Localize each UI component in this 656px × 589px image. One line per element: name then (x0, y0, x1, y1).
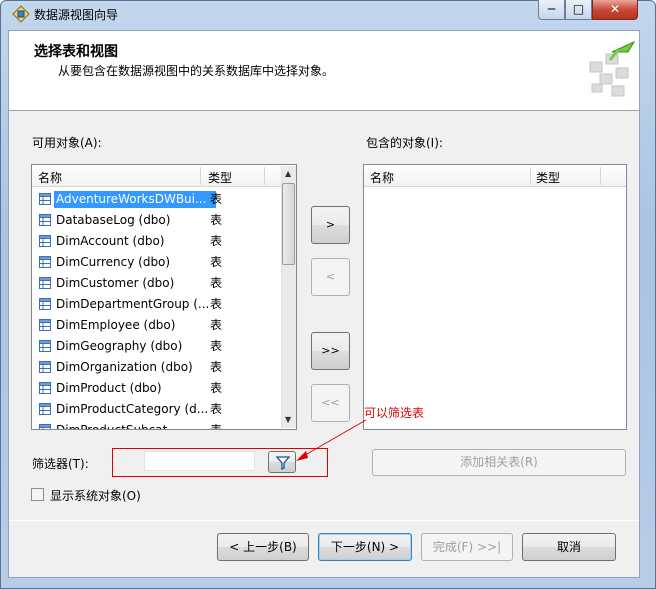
add-one-button[interactable]: > (311, 206, 350, 244)
available-column-header: 名称 类型 (32, 165, 281, 187)
filter-input[interactable] (144, 451, 255, 471)
row-type: 表 (210, 422, 222, 429)
row-type: 表 (210, 360, 223, 374)
table-row[interactable]: DimCurrency (dbo) 表 (34, 252, 282, 273)
app-icon (12, 5, 30, 23)
row-name: DimProductSubcat... (54, 422, 216, 429)
row-name: DimGeography (dbo) (56, 339, 183, 353)
filter-funnel-icon (276, 456, 290, 470)
included-listbox[interactable]: 名称 类型 (363, 164, 627, 430)
table-row[interactable]: DimGeography (dbo) 表 (34, 336, 282, 357)
row-type: 表 (210, 339, 223, 353)
included-label: 包含的对象(I): (366, 136, 443, 150)
column-name-header[interactable]: 名称 (38, 169, 62, 186)
table-icon (39, 340, 51, 352)
table-icon (39, 214, 51, 226)
close-icon: ✕ (609, 2, 621, 16)
table-row[interactable]: DimCustomer (dbo) 表 (34, 273, 282, 294)
filter-button[interactable] (268, 451, 296, 473)
row-name: DimCustomer (dbo) (56, 276, 175, 290)
wizard-art-icon (589, 40, 636, 97)
minimize-button[interactable]: ─ (538, 0, 565, 20)
table-row[interactable]: DimProductCategory (d... 表 (34, 399, 282, 420)
available-label: 可用对象(A): (32, 136, 102, 150)
back-button[interactable]: < 上一步(B) (217, 533, 309, 561)
next-button[interactable]: 下一步(N) > (318, 533, 412, 561)
table-icon (39, 361, 51, 373)
maximize-icon: □ (572, 2, 585, 16)
table-icon (39, 319, 51, 331)
table-row[interactable]: DimProduct (dbo) 表 (34, 378, 282, 399)
minimize-icon: ─ (547, 2, 556, 16)
row-name: DimOrganization (dbo) (56, 360, 193, 374)
scroll-thumb[interactable] (282, 183, 295, 265)
table-icon (39, 298, 51, 310)
footer-separator (9, 520, 639, 521)
row-type: 表 (210, 276, 223, 290)
available-rows: AdventureWorksDWBui... 表 DatabaseLog (dbo)… (32, 189, 282, 429)
table-row[interactable]: DatabaseLog (dbo) 表 (34, 210, 282, 231)
row-name: DimProduct (dbo) (56, 381, 162, 395)
row-type: 表 (210, 318, 223, 332)
show-system-objects-label: 显示系统对象(O) (50, 489, 141, 503)
table-row[interactable]: AdventureWorksDWBui... 表 (34, 189, 282, 210)
remove-one-button[interactable]: < (311, 258, 350, 296)
window-title: 数据源视图向导 (34, 8, 119, 22)
add-related-tables-button[interactable]: 添加相关表(R) (372, 449, 626, 476)
scroll-up-icon[interactable]: ▲ (285, 169, 291, 178)
column-type-header[interactable]: 类型 (208, 169, 232, 186)
row-type: 表 (210, 234, 223, 248)
row-type: 表 (210, 192, 223, 206)
table-icon (39, 277, 51, 289)
table-icon (39, 256, 51, 268)
row-type: 表 (210, 255, 223, 269)
table-row[interactable]: DimOrganization (dbo) 表 (34, 357, 282, 378)
filter-label: 筛选器(T): (32, 457, 89, 471)
row-name: AdventureWorksDWBui... (54, 191, 216, 208)
table-icon (39, 382, 51, 394)
row-name: DimCurrency (dbo) (56, 255, 171, 269)
row-type: 表 (210, 213, 223, 227)
table-row[interactable]: DimEmployee (dbo) 表 (34, 315, 282, 336)
row-type: 表 (210, 381, 223, 395)
available-listbox[interactable]: 名称 类型 AdventureWorksDWBui... 表 DatabaseLog… (31, 164, 297, 430)
page-title: 选择表和视图 (34, 44, 118, 60)
annotation-text: 可以筛选表 (364, 406, 425, 420)
row-name: DimAccount (dbo) (56, 234, 165, 248)
close-button[interactable]: ✕ (592, 0, 638, 20)
table-row[interactable]: DimDepartmentGroup (... 表 (34, 294, 282, 315)
row-type: 表 (210, 297, 223, 311)
maximize-button[interactable]: □ (565, 0, 592, 20)
finish-button[interactable]: 完成(F) >>| (421, 533, 513, 561)
row-type: 表 (210, 402, 223, 416)
row-name: DatabaseLog (dbo) (56, 213, 171, 227)
table-icon (39, 403, 51, 415)
show-system-objects-checkbox[interactable] (31, 488, 44, 501)
row-name: DimProductCategory (d... (56, 402, 209, 416)
table-icon (39, 424, 51, 429)
included-column-type-header[interactable]: 类型 (536, 169, 560, 186)
table-icon (39, 235, 51, 247)
table-icon (39, 193, 51, 205)
included-column-name-header[interactable]: 名称 (370, 169, 394, 186)
cancel-button[interactable]: 取消 (522, 533, 616, 561)
table-row[interactable]: DimProductSubcat...表 (34, 420, 282, 429)
table-row[interactable]: DimAccount (dbo) 表 (34, 231, 282, 252)
included-column-header: 名称 类型 (364, 165, 626, 187)
page-subtitle: 从要包含在数据源视图中的关系数据库中选择对象。 (58, 64, 335, 78)
add-all-button[interactable]: >> (311, 332, 350, 370)
row-name: DimDepartmentGroup (... (56, 297, 210, 311)
row-name: DimEmployee (dbo) (56, 318, 176, 332)
